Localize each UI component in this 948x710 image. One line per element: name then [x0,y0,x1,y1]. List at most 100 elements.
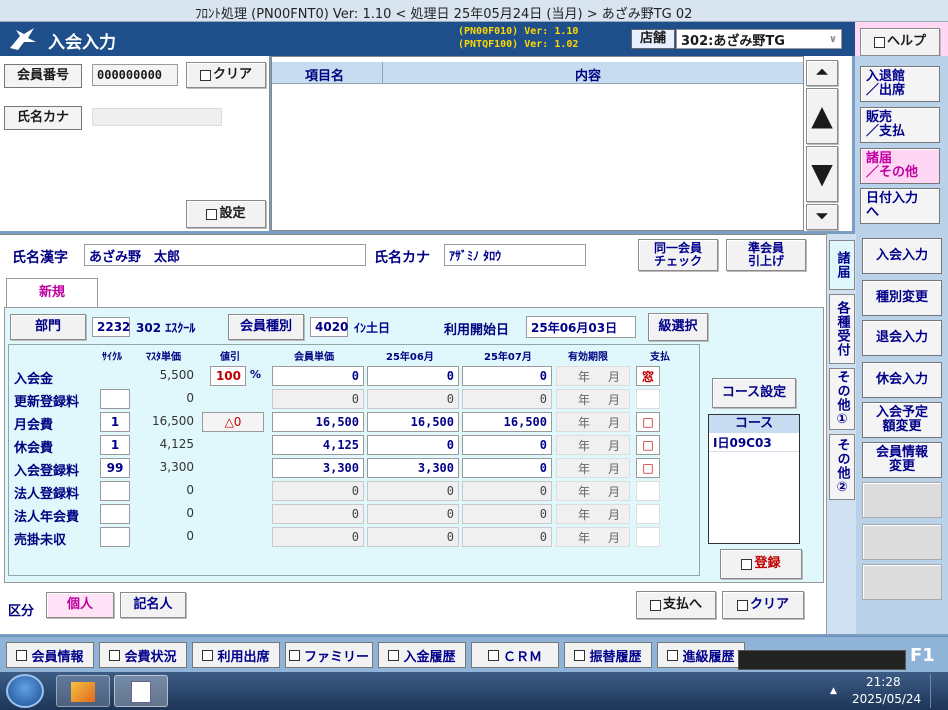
side-action-button-4[interactable]: 入会予定 額変更 [862,402,942,438]
course-list-item[interactable]: I日09C03 [709,434,799,452]
fee-row-discount[interactable]: △0 [202,412,264,432]
clear-button[interactable]: クリア [186,62,266,88]
bottom-function-button-5[interactable]: ＣＲＭ [471,642,559,668]
fee-row-month1[interactable]: 0 [367,527,459,547]
taskbar-app-explorer[interactable] [56,675,110,707]
fee-row-month2[interactable]: 0 [462,389,552,409]
individual-button[interactable]: 個人 [46,592,114,618]
fee-row-month2[interactable]: 0 [462,366,552,386]
show-desktop-button[interactable] [930,674,946,708]
fee-row-month1[interactable]: 0 [367,435,459,455]
help-button[interactable]: ヘルプ [860,28,940,56]
bottom-function-button-4[interactable]: 入金履歴 [378,642,466,668]
bottom-function-button-3[interactable]: ファミリー [285,642,373,668]
fee-row-pay[interactable]: □ [636,412,660,432]
bottom-function-button-1[interactable]: 会費状況 [99,642,187,668]
course-setting-button[interactable]: コース設定 [712,378,796,408]
vtab-other2[interactable]: その他② [829,434,855,500]
member-no-input[interactable]: 000000000 [92,64,178,86]
pre-member-pull-button[interactable]: 準会員 引上げ [726,239,806,271]
scroll-bottom-button[interactable]: ⏷ [806,204,838,230]
member-type-code[interactable]: 4020 [310,317,348,337]
side-action-button-1[interactable]: 種別変更 [862,280,942,316]
kanji-name-input[interactable]: あざみ野 太郎 [84,244,366,266]
fee-row-month2[interactable]: 0 [462,481,552,501]
tray-expand-icon[interactable]: ▲ [830,686,837,696]
store-select[interactable]: 302:あざみ野TG ∨ [676,29,842,49]
fee-row-month1[interactable]: 0 [367,389,459,409]
settings-button[interactable]: 設定 [186,200,266,228]
fee-row-month1[interactable]: 0 [367,366,459,386]
side-action-button-5[interactable]: 会員情報 変更 [862,442,942,478]
form-clear-button[interactable]: クリア [722,591,804,619]
fee-row-month1[interactable]: 0 [367,504,459,524]
edit-icon [741,558,753,570]
fee-row-member-price[interactable]: 16,500 [272,412,364,432]
side-action-button-3[interactable]: 休会入力 [862,362,942,398]
expiry-year-label: 年 [578,462,591,476]
taskbar-app-document[interactable] [114,675,168,707]
kana-name-label: 氏名カナ [374,250,430,266]
side-action-button-0[interactable]: 入会入力 [862,238,942,274]
bottom-function-button-0[interactable]: 会員情報 [6,642,94,668]
kana-name-input[interactable]: ｱｻﾞﾐﾉ ﾀﾛｳ [444,244,586,266]
entry-exit-button[interactable]: 入退館 ／出席 [860,66,940,102]
bottom-function-button-2[interactable]: 利用出席 [192,642,280,668]
vtab-various[interactable]: 各種受付 [829,294,855,364]
vtab-other1[interactable]: その他① [829,368,855,430]
register-button[interactable]: 登録 [720,549,802,579]
scroll-top-button[interactable]: ⏶ [806,60,838,86]
to-payment-button[interactable]: 支払へ [636,591,716,619]
fee-row-pay[interactable] [636,504,660,524]
department-name: 302 ｴｽｸｰﾙ [136,321,196,335]
fee-row-member-price[interactable]: 3,300 [272,458,364,478]
date-input-button[interactable]: 日付入力 へ [860,188,940,224]
fee-row-month2[interactable]: 0 [462,435,552,455]
fee-row-pay[interactable] [636,389,660,409]
side-action-button-2[interactable]: 退会入力 [862,320,942,356]
expiry-year-label: 年 [578,393,591,407]
help-icon [873,36,885,48]
fee-row-month2[interactable]: 0 [462,527,552,547]
fee-row-month2[interactable]: 0 [462,458,552,478]
fee-row-month1[interactable]: 16,500 [367,412,459,432]
scroll-up-button[interactable]: ▲ [806,88,838,144]
grade-select-button[interactable]: 級選択 [648,313,708,341]
tab-new[interactable]: 新規 [6,278,98,308]
department-button[interactable]: 部門 [10,314,86,340]
bottom-function-button-7[interactable]: 進級履歴 [657,642,745,668]
fee-row-pay[interactable] [636,481,660,501]
scroll-down-button[interactable]: ▼ [806,146,838,202]
fee-row-month2[interactable]: 0 [462,504,552,524]
start-button[interactable] [6,674,44,708]
fee-row-member-price[interactable]: 4,125 [272,435,364,455]
expiry-year-label: 年 [578,531,591,545]
fee-row-pay[interactable]: □ [636,435,660,455]
fee-row-member-price[interactable]: 0 [272,527,364,547]
named-person-button[interactable]: 記名人 [120,592,186,618]
register-button-label: 登録 [754,556,781,572]
bottom-function-label: 利用出席 [217,649,270,665]
fee-row-month1[interactable]: 3,300 [367,458,459,478]
department-code[interactable]: 2232 [92,317,130,337]
fee-row-pay[interactable]: □ [636,458,660,478]
fee-row-member-price[interactable]: 0 [272,366,364,386]
fee-row-member-price[interactable]: 0 [272,481,364,501]
same-member-check-button[interactable]: 同一会員 チェック [638,239,718,271]
sales-button[interactable]: 販売 ／支払 [860,107,940,143]
fee-row-pay[interactable]: 窓 [636,366,660,386]
fee-row-member-price[interactable]: 0 [272,504,364,524]
fee-row-pay[interactable] [636,527,660,547]
fee-row-member-price[interactable]: 0 [272,389,364,409]
fee-row-month1[interactable]: 0 [367,481,459,501]
fee-row-discount[interactable]: 100 [210,366,246,386]
header-pay: 支払 [650,352,670,363]
member-type-button[interactable]: 会員種別 [228,314,304,340]
bottom-function-button-6[interactable]: 振替履歴 [564,642,652,668]
vtab-notices[interactable]: 諸届 [829,240,855,290]
screen-title: 入会入力 [48,33,116,53]
start-date-input[interactable]: 25年06月03日 [526,316,636,338]
kana-search-input[interactable] [92,108,222,126]
notices-button[interactable]: 諸届 ／その他 [860,148,940,184]
fee-row-month2[interactable]: 16,500 [462,412,552,432]
